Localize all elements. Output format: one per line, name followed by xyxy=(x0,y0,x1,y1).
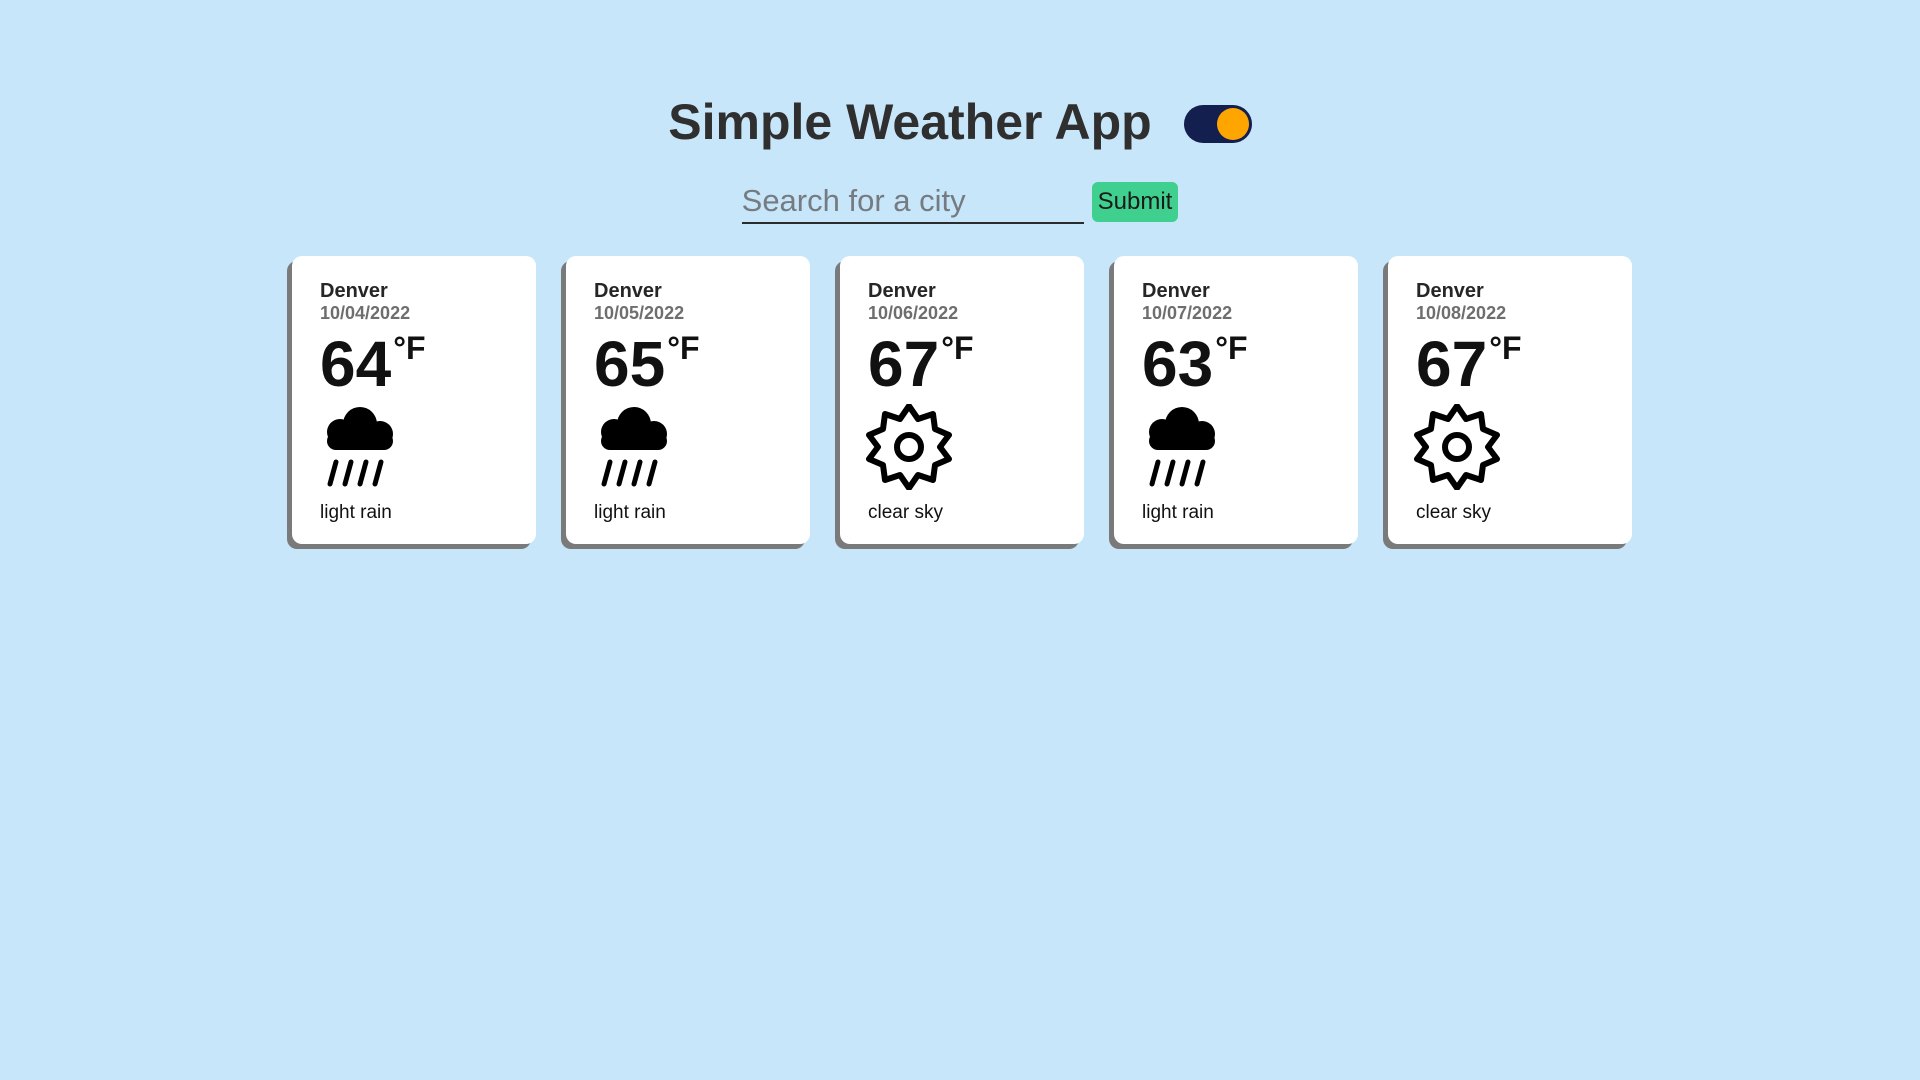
app-header: Simple Weather App xyxy=(0,92,1920,152)
card-city: Denver xyxy=(868,280,936,302)
card-date: 10/08/2022 xyxy=(1416,303,1507,323)
card-city: Denver xyxy=(1142,280,1210,302)
temperature-value: 63 xyxy=(1142,328,1214,400)
toggle-knob xyxy=(1216,108,1249,140)
forecast-card: Denver 10/05/2022 65 °F light rain xyxy=(566,256,810,544)
temperature-unit: °F xyxy=(941,330,974,366)
card-temperature: 67 °F xyxy=(1416,330,1632,398)
temperature-unit: °F xyxy=(1489,330,1522,366)
weather-description: clear sky xyxy=(868,502,943,523)
card-temperature: 65 °F xyxy=(594,330,810,398)
temperature-value: 67 xyxy=(868,328,940,400)
card-city: Denver xyxy=(594,280,662,302)
card-date: 10/06/2022 xyxy=(868,303,959,323)
rain-cloud-icon xyxy=(601,407,667,487)
rain-cloud-icon xyxy=(1149,407,1215,487)
sun-icon xyxy=(1414,404,1500,490)
temperature-unit: °F xyxy=(393,330,426,366)
card-temperature: 63 °F xyxy=(1142,330,1358,398)
forecast-card: Denver 10/04/2022 64 °F light rain xyxy=(292,256,536,544)
theme-toggle[interactable] xyxy=(1183,105,1252,143)
card-temperature: 67 °F xyxy=(868,330,1084,398)
weather-description: light rain xyxy=(594,502,666,523)
sun-icon xyxy=(866,404,952,490)
card-temperature: 64 °F xyxy=(320,330,536,398)
forecast-card: Denver 10/07/2022 63 °F light rain xyxy=(1114,256,1358,544)
temperature-value: 65 xyxy=(594,328,666,400)
page-title: Simple Weather App xyxy=(668,94,1152,150)
search-form: Submit xyxy=(0,180,1920,224)
city-search-input[interactable] xyxy=(741,180,1084,224)
weather-description: light rain xyxy=(320,502,392,523)
temperature-unit: °F xyxy=(667,330,700,366)
card-date: 10/04/2022 xyxy=(320,303,411,323)
temperature-value: 64 xyxy=(320,328,392,400)
weather-description: light rain xyxy=(1142,502,1214,523)
forecast-card: Denver 10/06/2022 67 °F clear sky xyxy=(840,256,1084,544)
card-city: Denver xyxy=(320,280,388,302)
submit-button[interactable]: Submit xyxy=(1091,182,1179,222)
card-city: Denver xyxy=(1416,280,1484,302)
rain-cloud-icon xyxy=(327,407,393,487)
temperature-value: 67 xyxy=(1416,328,1488,400)
forecast-card: Denver 10/08/2022 67 °F clear sky xyxy=(1388,256,1632,544)
weather-description: clear sky xyxy=(1416,502,1491,523)
card-date: 10/07/2022 xyxy=(1142,303,1233,323)
temperature-unit: °F xyxy=(1215,330,1248,366)
forecast-cards: Denver 10/04/2022 64 °F light rain Denve… xyxy=(292,256,1632,544)
card-date: 10/05/2022 xyxy=(594,303,685,323)
